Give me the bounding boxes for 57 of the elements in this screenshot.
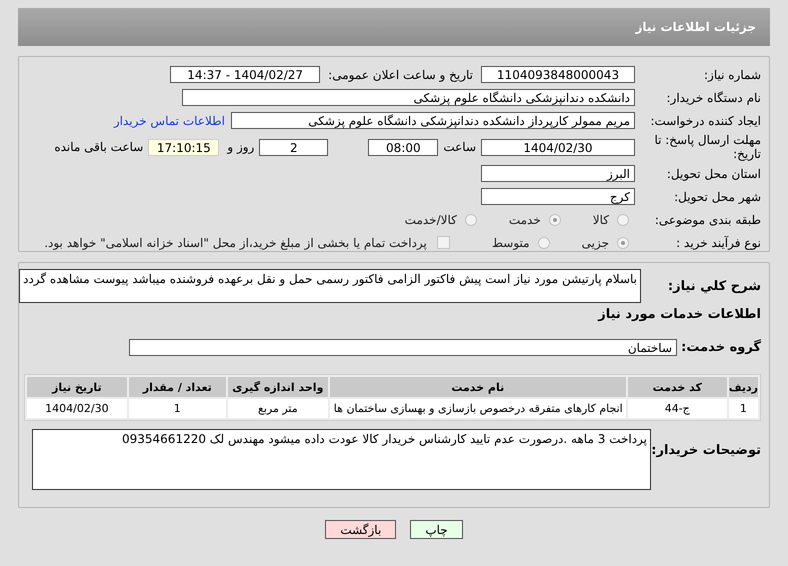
requester-field[interactable]: مریم ممولر کارپرداز دانشکده دندانپزشکی دانشگاه علوم پزشکی	[231, 112, 635, 129]
need-number-field[interactable]: 1104093848000043	[481, 66, 635, 83]
column-header: نام خدمت	[330, 377, 626, 397]
radio-button[interactable]	[464, 214, 477, 226]
table-cell: 1404/02/30	[27, 399, 127, 418]
remaining-time-field: 17:10:15	[148, 138, 220, 156]
checkbox[interactable]	[436, 236, 450, 249]
radio-button[interactable]	[617, 214, 629, 226]
time-label: ساعت	[443, 140, 476, 154]
table-cell: انجام کارهای متفرقه درخصوص بازسازی و بهسازی ساختمان ها	[330, 399, 626, 418]
field-label: تاریخ و ساعت اعلان عمومی:	[328, 68, 473, 82]
remaining-label: ساعت باقی مانده	[54, 140, 144, 154]
deadline-date-field[interactable]: 1404/02/30	[481, 138, 635, 156]
field-label: طبقه بندی موضوعی:	[654, 212, 761, 226]
back-button[interactable]: بازگشت	[325, 520, 396, 539]
radio-label: کالا/خدمت	[404, 212, 457, 226]
page-title: جزئیات اطلاعات نیاز	[635, 20, 756, 34]
radio-button[interactable]	[538, 236, 550, 248]
column-header: تاریخ نیاز	[27, 377, 127, 397]
radio-button[interactable]	[617, 236, 629, 248]
table-cell: ج-44	[628, 399, 727, 418]
checkbox-label: پرداخت تمام یا بخشی از مبلغ خرید،از محل "اسناد خزانه اسلامی" خواهد بود.	[44, 236, 427, 250]
column-header: کد خدمت	[628, 377, 727, 397]
buyer-notes-field[interactable]: پرداخت 3 ماهه .درصورت عدم تایید کارشناس خریدار کالا عودت داده میشود مهندس لک 09354661220	[32, 429, 651, 490]
field-label: گروه خدمت:	[680, 340, 761, 354]
table-cell: 1	[728, 399, 758, 418]
print-button[interactable]: چاپ	[410, 520, 463, 539]
days-label: روز و	[227, 140, 254, 154]
field-label: ایجاد کننده درخواست:	[649, 114, 761, 128]
section-heading: اطلاعات خدمات مورد نیاز	[598, 307, 761, 322]
field-label: نوع فرآیند خرید :	[675, 236, 761, 250]
description-field[interactable]: باسلام پارتیشن مورد نیاز است پیش فاکتور الزامی فاکتور رسمی حمل و نقل برعهده فروشنده میباشد پیوست مشاهده گردد	[19, 269, 641, 303]
column-header: تعداد / مقدار	[128, 377, 226, 397]
radio-label: کالا	[592, 212, 609, 226]
deadline-time-field[interactable]: 08:00	[368, 138, 438, 156]
table-cell: متر مربع	[228, 399, 328, 418]
table-cell: 1	[128, 399, 226, 418]
radio-label: جزیی	[582, 236, 609, 250]
field-label: شهر محل تحویل:	[673, 190, 761, 204]
radio-button[interactable]	[548, 214, 561, 226]
field-label: توضیحات خریدار:	[651, 442, 761, 458]
service-group-field[interactable]: ساختمان	[129, 338, 677, 356]
radio-label: خدمت	[508, 212, 541, 226]
province-field[interactable]: البرز	[481, 165, 635, 182]
city-field[interactable]: کرج	[481, 188, 635, 205]
field-label: نام دستگاه خریدار:	[666, 90, 761, 104]
field-label: مهلت ارسال پاسخ: تا تاریخ:	[653, 133, 761, 161]
radio-label: متوسط	[492, 236, 530, 250]
buyer-org-field[interactable]: دانشکده دندانپزشکی دانشگاه علوم پزشکی	[182, 89, 635, 106]
field-label: استان محل تحویل:	[666, 166, 761, 180]
field-label: شرح کلي نياز:	[666, 278, 761, 294]
announce-date-field[interactable]: 1404/02/27 - 14:37	[170, 66, 320, 83]
buyer-contact-link[interactable]: اطلاعات تماس خریدار	[114, 114, 225, 128]
field-label: شماره نیاز:	[703, 68, 761, 82]
column-header: واحد اندازه گیری	[228, 377, 328, 397]
column-header: ردیف	[728, 377, 758, 397]
days-field[interactable]: 2	[259, 138, 328, 156]
